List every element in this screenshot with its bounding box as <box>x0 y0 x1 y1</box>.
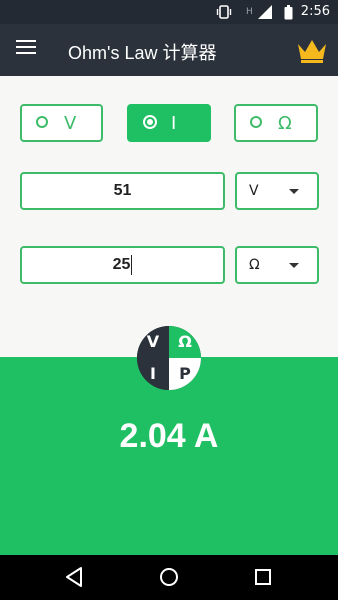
menu-icon[interactable] <box>16 40 36 58</box>
voltage-unit-label: V <box>249 183 259 199</box>
resistance-input[interactable]: 25 <box>20 246 225 284</box>
resistance-unit-select[interactable]: Ω <box>235 246 319 284</box>
network-h-icon: H <box>246 7 253 17</box>
logo-omega: Ω <box>169 326 201 358</box>
radio-selected-icon <box>143 115 157 129</box>
voltage-unit-select[interactable]: V <box>235 172 319 210</box>
logo-i: I <box>137 358 169 390</box>
mode-i-label: I <box>171 113 177 134</box>
ohms-law-logo-icon: V Ω I P <box>137 326 201 390</box>
status-bar: H 2:56 <box>0 0 338 24</box>
mode-i-button[interactable]: I <box>127 104 211 142</box>
mode-v-button[interactable]: V <box>20 104 103 142</box>
mode-ohm-button[interactable]: Ω <box>234 104 318 142</box>
app-title: Ohm's Law 计算器 <box>68 43 217 63</box>
voltage-value: 51 <box>113 182 132 199</box>
signal-icon <box>258 5 272 19</box>
home-icon[interactable] <box>155 563 183 591</box>
mode-ohm-label: Ω <box>278 113 292 134</box>
system-nav-bar <box>0 555 338 600</box>
back-icon[interactable] <box>61 563 89 591</box>
logo-p: P <box>169 358 201 390</box>
vibrate-icon <box>216 5 232 19</box>
text-cursor <box>131 254 133 275</box>
crown-icon[interactable] <box>296 36 328 64</box>
dropdown-arrow-icon <box>289 189 299 194</box>
status-time: 2:56 <box>300 4 330 19</box>
voltage-input[interactable]: 51 <box>20 172 225 210</box>
result-value: 2.04 A <box>119 417 219 455</box>
dropdown-arrow-icon <box>289 263 299 268</box>
resistance-unit-label: Ω <box>249 257 260 273</box>
resistance-value: 25 <box>112 256 131 273</box>
battery-icon <box>284 5 293 20</box>
mode-v-label: V <box>64 113 77 134</box>
radio-icon <box>36 116 48 128</box>
radio-icon <box>250 116 262 128</box>
recents-icon[interactable] <box>249 563 277 591</box>
logo-v: V <box>137 326 169 358</box>
app-bar: Ohm's Law 计算器 <box>0 24 338 76</box>
svg-text:H: H <box>246 7 253 17</box>
